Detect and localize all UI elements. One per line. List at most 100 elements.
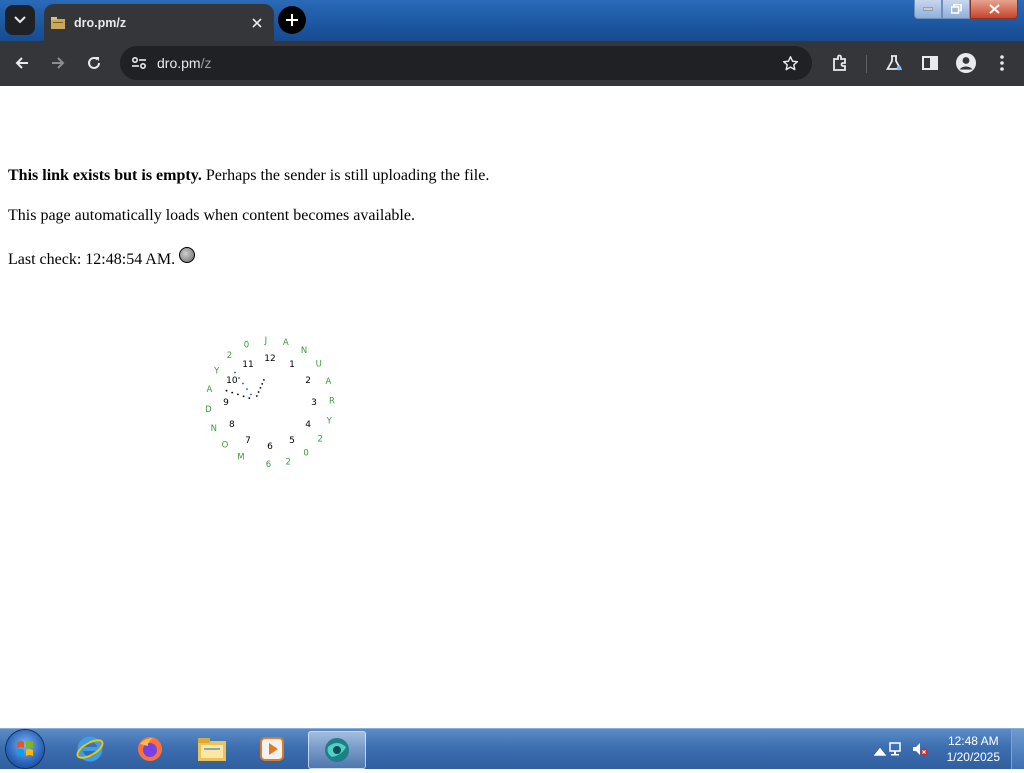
taskbar-browser-active[interactable]	[308, 731, 366, 769]
new-tab-button[interactable]	[278, 6, 306, 34]
side-panel-icon	[922, 56, 938, 70]
taskbar-time: 12:48 AM	[947, 734, 999, 748]
reload-button[interactable]	[80, 49, 108, 77]
windows-logo-icon	[17, 741, 33, 756]
labs-button[interactable]	[880, 49, 908, 77]
arrow-right-icon	[52, 57, 65, 69]
taskbar-clock[interactable]: 12:48 AM 1/20/2025	[947, 733, 1000, 765]
clock-date-letter: R	[329, 397, 335, 407]
clock-date-letter: 2	[317, 434, 322, 444]
address-bar[interactable]: dro.pm/z	[120, 46, 812, 80]
tab-favicon-icon	[50, 16, 66, 30]
restore-button[interactable]	[942, 0, 970, 19]
side-panel-button[interactable]	[916, 49, 944, 77]
puzzle-icon	[833, 54, 846, 71]
clock-hour-number: 5	[289, 436, 295, 446]
clock-hour-hand	[261, 383, 264, 385]
menu-button[interactable]	[988, 49, 1016, 77]
last-check-line: Last check: 12:48:54 AM.	[8, 247, 196, 269]
clock-hour-number: 10	[226, 376, 238, 386]
clock-date-letter: Y	[326, 417, 333, 427]
start-button[interactable]	[6, 730, 44, 768]
internet-explorer-icon	[76, 736, 104, 762]
flask-icon	[885, 55, 903, 71]
clock-minute-hand	[248, 397, 251, 399]
site-info-icon[interactable]	[128, 52, 150, 74]
clock-hour-number: 4	[305, 420, 311, 430]
clock-hour-hand	[259, 387, 262, 389]
clock-hour-hand	[263, 379, 265, 381]
clock-hour-hand	[255, 395, 258, 397]
empty-link-heading: This link exists but is empty.	[8, 167, 202, 184]
restore-icon	[950, 4, 962, 14]
auto-load-note: This page automatically loads when conte…	[8, 207, 415, 224]
browser-app-icon	[325, 738, 349, 762]
clock-date-letter: A	[283, 338, 289, 348]
loading-spinner-icon	[179, 247, 196, 263]
system-tray: 12:48 AM 1/20/2025	[864, 729, 1024, 769]
taskbar-media-player[interactable]	[246, 731, 298, 767]
forward-button[interactable]	[44, 49, 72, 77]
page-content: This link exists but is empty. Perhaps t…	[0, 86, 1024, 728]
close-icon	[252, 17, 262, 28]
plus-icon	[286, 14, 298, 26]
last-check-time: 12:48:54 AM.	[85, 251, 176, 268]
clock-minute-hand	[225, 389, 228, 392]
url-text[interactable]: dro.pm/z	[157, 55, 211, 71]
clock-date-letter: M	[237, 453, 244, 463]
clock-date-letter: N	[301, 346, 307, 356]
clock-date-letter: J	[264, 336, 268, 346]
clock-face: 121234567891011MONDAY20 J ANUARY2026	[205, 336, 335, 470]
show-desktop-button[interactable]	[1011, 729, 1024, 769]
taskbar-date: 1/20/2025	[946, 750, 1000, 764]
clock-second-hand	[238, 377, 240, 379]
window-controls	[914, 0, 1018, 19]
minimize-button[interactable]	[914, 0, 942, 19]
taskbar-internet-explorer[interactable]	[64, 731, 116, 767]
clock-date-letter: 0	[244, 341, 249, 351]
clock-hour-number: 2	[305, 376, 311, 386]
tab-search-button[interactable]	[5, 5, 35, 35]
bookmark-star-button[interactable]	[778, 51, 802, 75]
clock-hour-number: 12	[264, 354, 275, 364]
taskbar-firefox[interactable]	[124, 731, 176, 767]
arrow-left-icon	[15, 57, 28, 69]
star-icon	[782, 55, 798, 70]
profile-button[interactable]	[952, 49, 980, 77]
reload-icon	[88, 56, 100, 69]
volume-muted-icon[interactable]	[912, 741, 928, 757]
clock-hour-hand	[257, 391, 260, 393]
close-icon	[988, 4, 1000, 14]
clock-minute-hand	[237, 393, 239, 396]
clock-date-letter: 0	[303, 448, 308, 458]
empty-link-detail: Perhaps the sender is still uploading th…	[201, 167, 490, 184]
clock-minute-hand	[242, 395, 245, 398]
clock-date-letter: 2	[285, 457, 290, 467]
toolbar-divider	[866, 55, 867, 73]
minimize-icon	[923, 7, 933, 11]
clock-second-hand	[234, 371, 236, 374]
cursor-clock: 12 1 2 3 4 5 6 7 8 9 10 11 M O N D A Y 2 0 J A N U A R Y 2 0 2 6	[200, 336, 370, 486]
tab-close-button[interactable]	[246, 12, 268, 34]
clock-hour-number: 9	[223, 398, 229, 408]
back-button[interactable]	[8, 49, 36, 77]
extensions-button[interactable]	[826, 49, 854, 77]
clock-hour-number: 3	[311, 398, 317, 408]
clock-minute-hand	[231, 391, 234, 394]
clock-hour-number: 11	[242, 360, 253, 370]
clock-hour-number: 1	[289, 360, 295, 370]
clock-date-letter: 2	[227, 351, 232, 361]
clock-second-hand	[250, 393, 252, 396]
browser-toolbar: dro.pm/z	[0, 41, 1024, 86]
clock-date-letter: N	[211, 424, 217, 434]
show-hidden-icons-icon[interactable]	[872, 743, 888, 759]
browser-tab[interactable]: dro.pm/z	[44, 4, 274, 41]
media-player-icon	[260, 737, 284, 761]
firefox-icon	[138, 737, 162, 761]
clock-second-hand	[242, 382, 244, 385]
taskbar-file-explorer[interactable]	[186, 731, 238, 767]
url-path: /z	[200, 55, 212, 71]
window-close-button[interactable]	[970, 0, 1018, 19]
tab-title: dro.pm/z	[74, 15, 127, 30]
network-icon[interactable]	[888, 741, 904, 757]
